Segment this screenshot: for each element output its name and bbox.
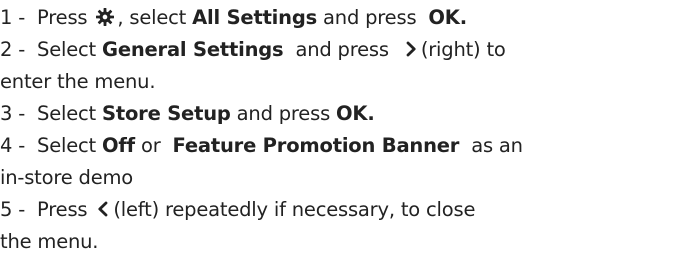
step-4-line-2: in-store demo — [0, 162, 675, 194]
step-number: 3 - — [0, 102, 26, 125]
instructions-text: 1 - Press , select All Settings and pres… — [0, 2, 675, 258]
step-text: Select — [37, 38, 97, 61]
step-3-line-1: 3 - Select Store Setup and press OK. — [0, 98, 675, 130]
step-text: Press — [37, 198, 88, 221]
step-text: Select — [37, 134, 97, 157]
step-text: and press — [323, 6, 417, 29]
gear-icon — [96, 8, 115, 26]
step-text: and press — [236, 102, 331, 125]
step-4-line-1: 4 - Select Off or Feature Promotion Bann… — [0, 130, 675, 162]
step-5-line-1: 5 - Press (left) repeatedly if necessary… — [0, 194, 675, 226]
step-number: 5 - — [0, 198, 26, 221]
step-2-line-1: 2 - Select General Settings and press (r… — [0, 34, 675, 66]
step-number: 4 - — [0, 134, 26, 157]
settings-menu-label: All Settings — [192, 6, 318, 29]
step-text: (left) repeatedly if necessary, to close — [113, 198, 476, 221]
off-option-label: Off — [102, 134, 135, 157]
ok-key-label: OK. — [428, 6, 467, 29]
step-text: or — [140, 134, 161, 157]
step-1-line-1: 1 - Press , select All Settings and pres… — [0, 2, 675, 34]
step-text: in-store demo — [0, 166, 134, 189]
step-text: the menu. — [0, 230, 99, 253]
step-text: , select — [117, 6, 187, 29]
step-text: Press — [37, 6, 88, 29]
store-setup-label: Store Setup — [102, 102, 231, 125]
chevron-right-icon — [406, 41, 416, 57]
ok-key-label: OK. — [336, 102, 375, 125]
step-number: 2 - — [0, 38, 26, 61]
general-settings-label: General Settings — [102, 38, 284, 61]
step-text: Select — [37, 102, 97, 125]
instructions-document: 1 - Press , select All Settings and pres… — [0, 0, 681, 268]
chevron-left-icon — [98, 201, 108, 217]
step-2-line-2: enter the menu. — [0, 66, 675, 98]
step-5-line-2: the menu. — [0, 226, 675, 258]
step-text: enter the menu. — [0, 70, 156, 93]
step-text: as an — [471, 134, 523, 157]
step-text: and press — [295, 38, 389, 61]
step-text: (right) to — [420, 38, 506, 61]
step-number: 1 - — [0, 6, 26, 29]
feature-promotion-banner-label: Feature Promotion Banner — [172, 134, 460, 157]
